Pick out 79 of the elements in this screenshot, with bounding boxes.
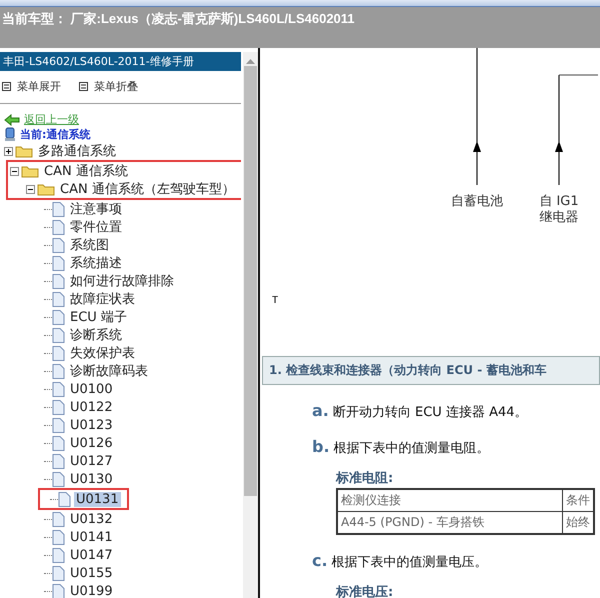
wire-label: 继电器 <box>540 210 578 225</box>
folder-icon <box>21 164 39 178</box>
scrollbar-thumb[interactable] <box>244 66 257 496</box>
collapse-icon[interactable] <box>10 166 19 176</box>
document-icon <box>52 238 65 252</box>
tree-item[interactable]: 如何进行故障排除 <box>68 272 176 290</box>
document-icon <box>52 364 65 378</box>
step-letter: c. <box>312 551 328 570</box>
tree-item[interactable]: 注意事项 <box>68 200 124 218</box>
wire-label: 自 IG1 <box>539 194 579 209</box>
document-icon <box>52 436 65 450</box>
tree-item[interactable]: ECU 端子 <box>68 308 129 326</box>
document-icon <box>52 584 65 598</box>
menu-action-link[interactable]: 菜单展开 <box>2 79 61 94</box>
document-icon <box>52 400 65 414</box>
tree-item[interactable]: 系统图 <box>68 236 111 254</box>
terminal-label: T <box>272 295 278 306</box>
folder-icon <box>37 182 55 196</box>
document-icon <box>52 382 65 396</box>
tree-item[interactable]: U0155 <box>68 566 115 580</box>
document-icon <box>52 220 65 234</box>
manual-title: 丰田-LS4602/LS460L-2011-维修手册 <box>0 52 241 71</box>
document-icon <box>52 310 65 324</box>
document-icon <box>52 202 65 216</box>
tree-item[interactable]: 多路通信系统 <box>36 142 118 160</box>
tree-item[interactable]: U0141 <box>68 530 115 544</box>
list-icon <box>79 82 88 91</box>
list-icon <box>2 82 11 91</box>
document-icon <box>52 472 65 486</box>
wire-line <box>558 74 598 76</box>
tree-item[interactable]: U0199 <box>68 584 115 598</box>
tree-item[interactable]: 诊断故障码表 <box>68 362 150 380</box>
tree-item[interactable]: U0123 <box>68 418 115 432</box>
vehicle-title: 当前车型： 厂家:Lexus（凌志-雷克萨斯)LS460L/LS4602011 <box>0 7 600 48</box>
document-icon <box>52 274 65 288</box>
tree-item[interactable]: U0126 <box>68 436 115 450</box>
step-letter: b. <box>312 437 330 456</box>
wire-label: 自蓄电池 <box>451 194 503 209</box>
tree-item[interactable]: CAN 通信系统 <box>42 162 130 180</box>
folder-icon <box>15 144 33 158</box>
document-icon <box>52 512 65 526</box>
step-text: 根据下表中的值测量电压。 <box>332 554 488 571</box>
document-icon <box>52 530 65 544</box>
step-letter: a. <box>312 401 329 420</box>
computer-icon <box>4 127 16 142</box>
document-icon <box>52 346 65 360</box>
document-icon <box>52 292 65 306</box>
current-location: 当前:通信系统 <box>20 127 90 142</box>
back-arrow-icon <box>4 114 20 126</box>
menu-action-link[interactable]: 菜单折叠 <box>79 79 138 94</box>
back-link[interactable]: 返回上一级 <box>24 112 79 127</box>
tree-item[interactable]: 诊断系统 <box>68 326 124 344</box>
tree-item[interactable]: 系统描述 <box>68 254 124 272</box>
document-icon <box>58 492 71 506</box>
tree-item[interactable]: U0100 <box>68 382 115 396</box>
step-text: 断开动力转向 ECU 连接器 A44。 <box>332 404 528 421</box>
tree-item[interactable]: U0132 <box>68 512 115 526</box>
collapse-icon[interactable] <box>26 184 35 194</box>
document-icon <box>52 256 65 270</box>
tree-item[interactable]: 零件位置 <box>68 218 124 236</box>
tree-item[interactable]: U0147 <box>68 548 115 562</box>
spec-title: 标准电阻: <box>336 470 394 487</box>
document-icon <box>52 566 65 580</box>
tree-item[interactable]: U0127 <box>68 454 115 468</box>
expand-icon[interactable] <box>4 146 13 156</box>
spec-title: 标准电压: <box>336 584 394 598</box>
document-icon <box>52 418 65 432</box>
document-icon <box>52 328 65 342</box>
document-icon <box>52 548 65 562</box>
document-icon <box>52 454 65 468</box>
tree-item[interactable]: 失效保护表 <box>68 344 137 362</box>
tree-item[interactable]: U0122 <box>68 400 115 414</box>
tree-item[interactable]: 故障症状表 <box>68 290 137 308</box>
table-header: 检测仪连接 <box>337 489 562 512</box>
tree-item[interactable]: CAN 通信系统（左驾驶车型） <box>58 180 237 198</box>
section-heading: 1. 检查线束和连接器（动力转向 ECU - 蓄电池和车 <box>262 356 600 385</box>
tree-item[interactable]: U0131 <box>74 492 121 506</box>
tree-item[interactable]: U0130 <box>68 472 115 486</box>
step-text: 根据下表中的值测量电阻。 <box>334 440 490 457</box>
